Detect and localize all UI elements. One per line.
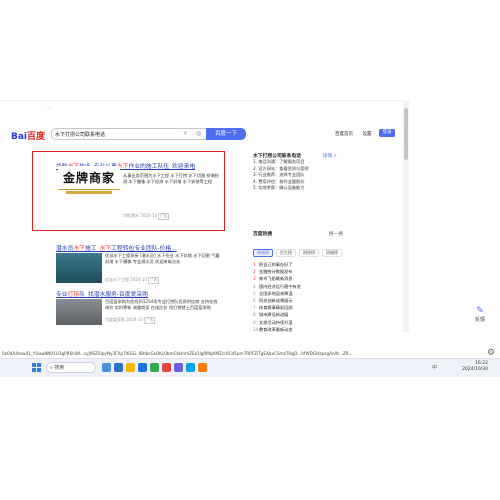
login-button[interactable]: 登录: [379, 129, 395, 137]
hot-item[interactable]: 4 国内经济运行稳中有进: [253, 283, 403, 290]
ad-tag: 广告: [144, 317, 156, 324]
right-blank-area: [409, 100, 500, 380]
highlight-frame: [32, 151, 225, 231]
result-3-title[interactable]: 专业打捞队_找潜水服务-百度爱采购: [56, 289, 221, 298]
result-2-meta: 优派水下工程 2024-10 广告: [105, 277, 160, 284]
tab-hot[interactable]: 热搜榜: [253, 249, 273, 257]
logo-du: 百度: [27, 132, 46, 142]
hot-item[interactable]: 2 金融统计数据发布: [253, 268, 403, 275]
result-3: 专业打捞队_找潜水服务-百度爱采购: [56, 289, 221, 298]
result-3-meta: 百度爱采购 2024-10 广告: [105, 317, 156, 324]
result-2-snippet: 优派水下工程承接 [潜水员] 水下作业 水下封堵 水下切割 气囊封堵 水下摄像 …: [105, 253, 220, 264]
screenshot: ... Bai百度 水下打捞公司联系电话 × ◎ 百度一下 百度首页 设置 登录…: [0, 0, 500, 500]
windows-start-icon[interactable]: [32, 363, 42, 373]
hot-item[interactable]: 10教育改革最新动态: [253, 326, 403, 333]
hot-item[interactable]: 1 把自己的事办好了: [253, 261, 403, 268]
app-icon[interactable]: [198, 363, 207, 372]
hot-item[interactable]: 5 全国多地迎来降温: [253, 290, 403, 297]
ai-summary-box: 水下打捞公司联系电话 详情 » 1. 电话沟通：了解服务项目 2. 官方网站：查…: [253, 152, 403, 192]
pen-icon: ✎: [476, 306, 484, 316]
ai-summary-heading: 水下打捞公司联系电话 详情 »: [253, 154, 337, 159]
desktop-top-area: [0, 0, 500, 100]
edge-icon[interactable]: [114, 363, 123, 372]
blank-area: [0, 377, 500, 500]
task-view-icon[interactable]: [102, 363, 111, 372]
hot-search-tabs: 热搜榜 民生榜 财经榜 同城榜: [253, 239, 403, 258]
result-3-thumbnail[interactable]: [56, 299, 102, 325]
header-link-home[interactable]: 百度首页: [335, 132, 353, 137]
ai-summary-item: 5. 实地考察：确认设备能力: [253, 185, 305, 190]
status-url: 0x04A4mw41_YUuw9N01U3gPR6hiW...cyJ9SZ5lp…: [0, 350, 486, 358]
header-links: 百度首页 设置: [335, 131, 379, 137]
search-button[interactable]: 百度一下: [206, 128, 246, 140]
store-icon[interactable]: [138, 363, 147, 372]
hot-item[interactable]: 7 体育赛事精彩回顾: [253, 304, 403, 311]
taskbar-search[interactable]: ⌕ 搜索: [46, 362, 96, 373]
app-icon[interactable]: [174, 363, 183, 372]
tab-livelihood[interactable]: 民生榜: [276, 249, 296, 257]
hot-item[interactable]: 6 科技创新成果展示: [253, 297, 403, 304]
folder-icon[interactable]: [126, 363, 135, 372]
app-icon[interactable]: [186, 363, 195, 372]
gear-icon[interactable]: ⚙: [487, 348, 495, 358]
hot-item[interactable]: 9 文旅活动持续升温: [253, 319, 403, 326]
app-icon[interactable]: [150, 363, 159, 372]
tab-finance[interactable]: 财经榜: [299, 249, 319, 257]
browser-page: ... Bai百度 水下打捞公司联系电话 × ◎ 百度一下 百度首页 设置 登录…: [0, 100, 408, 333]
header-link-settings[interactable]: 设置: [362, 132, 371, 137]
top-snippet: ...: [47, 106, 52, 111]
hot-search-heading: 百度热搜 换一换: [253, 232, 344, 237]
app-icon[interactable]: [162, 363, 171, 372]
hot-item[interactable]: 3 神舟飞船最新消息: [253, 275, 403, 282]
baidu-logo[interactable]: Bai百度: [11, 129, 45, 142]
scrollbar-thumb[interactable]: [404, 108, 408, 160]
clock[interactable]: 16:22 2024/10/30: [458, 361, 488, 373]
feedback-helper[interactable]: ✎ 反馈: [470, 306, 490, 324]
clear-icon[interactable]: ×: [183, 128, 188, 140]
result-3-snippet: 百度爱采购为您找到1254条专业打捞队优质供应商 支持在线询价 实时更新 海量商…: [105, 299, 218, 310]
camera-icon[interactable]: ◎: [196, 128, 201, 140]
tray-lang[interactable]: 中: [432, 364, 437, 371]
hot-search-panel: 百度热搜 换一换 热搜榜 民生榜 财经榜 同城榜 1 把自己的事办好了 2 金融统计数据发…: [253, 230, 403, 333]
tab-local[interactable]: 同城榜: [322, 249, 342, 257]
result-2: 潜水员水下施工_水下工程转包专业团队-价格...: [56, 243, 221, 252]
refresh-link[interactable]: 换一换: [329, 232, 343, 237]
result-2-thumbnail[interactable]: [56, 253, 102, 283]
result-2-title[interactable]: 潜水员水下施工_水下工程转包专业团队-价格...: [56, 243, 221, 252]
ai-summary-more-link[interactable]: 详情 »: [323, 154, 337, 159]
ad-tag: 广告: [148, 277, 160, 284]
taskbar: ⌕ 搜索 中 16:22 2024/10/30: [0, 358, 500, 377]
logo-text: Bai: [11, 132, 28, 142]
hot-item[interactable]: 8 城市建设新进展: [253, 311, 403, 318]
